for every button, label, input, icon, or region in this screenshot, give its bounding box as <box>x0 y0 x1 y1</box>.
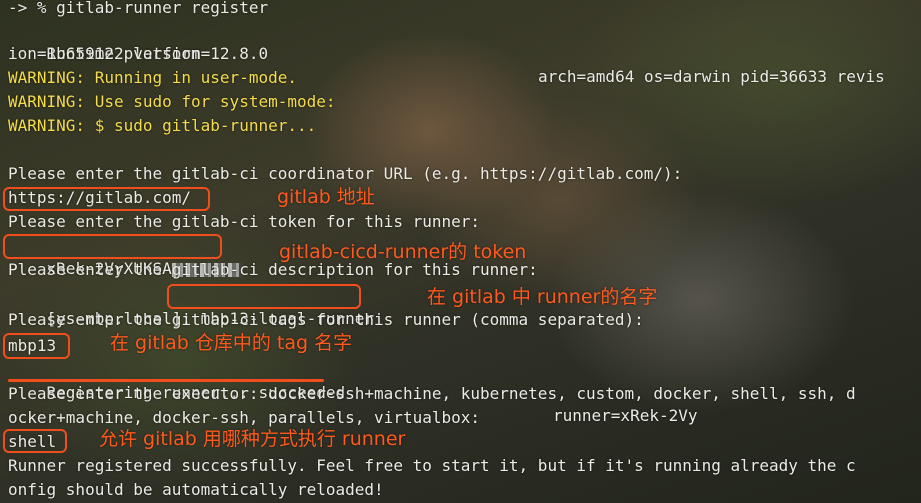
token-highlight-box <box>3 234 222 259</box>
warning-line-1: WARNING: Running in user-mode. <box>8 68 297 87</box>
warning-line-2: WARNING: Use sudo for system-mode: <box>8 92 336 111</box>
executor-question: Please enter the executor: docker-ssh+ma… <box>8 384 856 403</box>
command-prompt: -> % gitlab-runner register <box>8 0 269 17</box>
url-annotation: gitlab 地址 <box>277 186 375 208</box>
description-highlight-box <box>167 284 361 309</box>
url-highlight-box <box>3 187 210 211</box>
executor-highlight-box <box>3 429 67 453</box>
token-question: Please enter the gitlab-ci token for thi… <box>8 212 481 231</box>
registering-underline <box>8 379 324 382</box>
warning-line-3: WARNING: $ sudo gitlab-runner... <box>8 116 317 135</box>
success-line-2: onfig should be automatically reloaded! <box>8 480 384 499</box>
tags-highlight-box <box>3 333 70 359</box>
registering-line: Registering runner... succeeded runner=x… <box>46 383 698 425</box>
runtime-platform-line: Runtime platform arch=amd64 os=darwin pi… <box>46 44 885 86</box>
token-annotation: gitlab-cicd-runner的 token <box>279 241 527 263</box>
url-question: Please enter the gitlab-ci coordinator U… <box>8 164 683 183</box>
executor-annotation: 允许 gitlab 用哪种方式执行 runner <box>99 428 406 450</box>
tags-annotation: 在 gitlab 仓库中的 tag 名字 <box>110 332 353 354</box>
runtime-version-line: ion=1b659122 version=12.8.0 <box>8 44 269 63</box>
success-line-1: Runner registered successfully. Feel fre… <box>8 456 856 475</box>
description-annotation: 在 gitlab 中 runner的名字 <box>427 286 658 308</box>
executor-question-cont: ocker+machine, docker-ssh, parallels, vi… <box>8 408 481 427</box>
tags-question: Please enter the gitlab-ci tags for this… <box>8 310 644 329</box>
